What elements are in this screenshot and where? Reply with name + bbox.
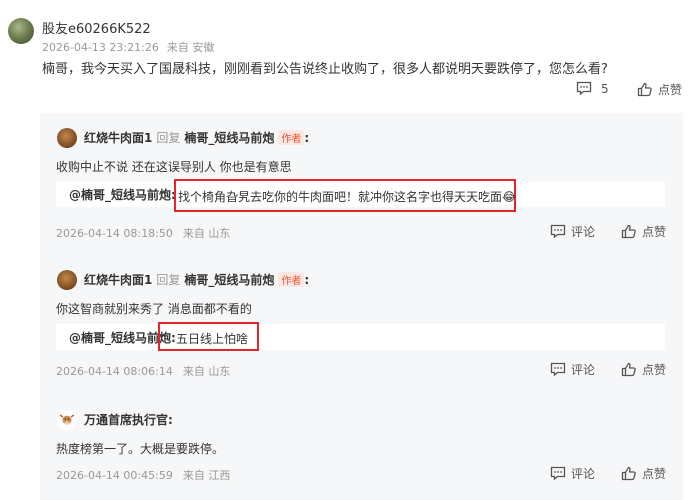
comment-label: 评论: [571, 225, 596, 239]
reply-like-button[interactable]: 点赞: [621, 361, 666, 378]
post-username[interactable]: 股友e60266K522: [42, 18, 151, 37]
reply-author[interactable]: 万通首席执行官:: [84, 411, 173, 428]
comment-label: 评论: [571, 363, 596, 377]
reply-avatar[interactable]: [57, 410, 77, 430]
reply-location: 来自 山东: [182, 227, 231, 240]
reply-text: 热度榜第一了。大概是要跌停。: [56, 442, 225, 456]
avatar[interactable]: [8, 18, 34, 44]
reply-target[interactable]: 楠哥_短线马前炮: [184, 271, 274, 288]
reply-time: 2026-04-14 00:45:59: [56, 469, 173, 482]
reply-word: 回复: [156, 131, 181, 145]
author-badge: 作者: [278, 272, 305, 287]
reply-time: 2026-04-14 08:18:50: [56, 227, 173, 240]
reply-author[interactable]: 红烧牛肉面1: [84, 129, 152, 146]
reply-header: 万通首席执行官:: [84, 411, 173, 428]
reply-location: 来自 江西: [182, 469, 231, 482]
like-label: 点赞: [642, 225, 667, 239]
reply-like-button[interactable]: 点赞: [621, 223, 666, 240]
reply-meta: 2026-04-14 08:18:50 来自 山东: [56, 225, 240, 241]
reply-avatar[interactable]: [57, 128, 77, 148]
like-button[interactable]: 点赞: [637, 81, 682, 98]
quote-name[interactable]: @楠哥_短线马前炮:: [69, 186, 176, 203]
post-text: 楠哥，我今天买入了国晟科技，刚刚看到公告说终止收购了，很多人都说明天要跌停了，您…: [42, 62, 608, 77]
reply-word: 回复: [156, 273, 181, 287]
reply-location: 来自 山东: [182, 365, 231, 378]
comment-icon: [550, 362, 566, 377]
comment-icon: [550, 224, 566, 239]
reply-like-button[interactable]: 点赞: [621, 465, 666, 482]
post-location: 来自 安徽: [166, 41, 215, 54]
reply-meta: 2026-04-14 00:45:59 来自 江西: [56, 467, 240, 483]
reply-comment-button[interactable]: 评论: [550, 361, 595, 378]
reply-author[interactable]: 红烧牛肉面1: [84, 271, 152, 288]
colon: :: [304, 272, 310, 287]
reply-comment-button[interactable]: 评论: [550, 223, 595, 240]
cow-avatar-icon: [59, 414, 75, 425]
quote-text: 五日线上怕啥: [176, 332, 249, 346]
reply-text: 收购中止不说 还在这误导别人 你也是有意思: [56, 160, 292, 174]
thumb-up-icon: [621, 362, 636, 377]
reply-header: 红烧牛肉面1 回复 楠哥_短线马前炮 作者 :: [84, 271, 309, 288]
comment-label: 评论: [571, 467, 596, 481]
reply-time: 2026-04-14 08:06:14: [56, 365, 173, 378]
post-time: 2026-04-13 23:21:26: [42, 41, 159, 54]
author-badge: 作者: [278, 130, 305, 145]
thumb-up-icon: [621, 224, 636, 239]
comment-icon: [550, 466, 566, 481]
like-label: 点赞: [642, 467, 667, 481]
comment-count: 5: [601, 81, 609, 96]
like-label: 点赞: [658, 83, 683, 97]
quote-block: @楠哥_短线马前炮:: [56, 324, 665, 350]
thumb-up-icon: [637, 82, 652, 97]
reply-comment-button[interactable]: 评论: [550, 465, 595, 482]
reply-header: 红烧牛肉面1 回复 楠哥_短线马前炮 作者 :: [84, 129, 309, 146]
reply-avatar[interactable]: [57, 270, 77, 290]
like-label: 点赞: [642, 363, 667, 377]
reply-meta: 2026-04-14 08:06:14 来自 山东: [56, 363, 240, 379]
post-meta: 2026-04-13 23:21:26 来自 安徽: [42, 39, 222, 55]
thumb-up-icon: [621, 466, 636, 481]
quote-text: 找个椅角旮旯去吃你的牛肉面吧！就冲你这名字也得天天吃面😂: [178, 190, 517, 204]
reply-target[interactable]: 楠哥_短线马前炮: [184, 129, 274, 146]
comment-icon: [576, 81, 592, 96]
reply-text: 你这智商就别来秀了 消息面都不看的: [56, 302, 252, 316]
comment-button[interactable]: 5: [576, 81, 609, 96]
colon: :: [304, 130, 310, 145]
